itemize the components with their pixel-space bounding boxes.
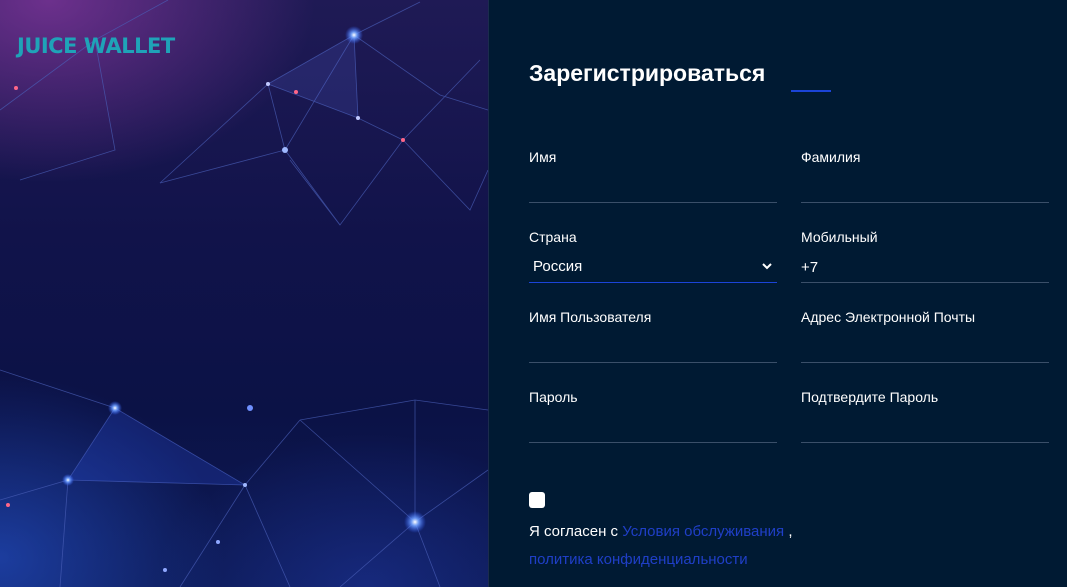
mobile-field: Мобильный [801, 229, 1049, 283]
password-input[interactable] [529, 417, 777, 443]
agreement-prefix: Я согласен с [529, 523, 619, 540]
title-underline [791, 90, 831, 92]
registration-page: JUICE WALLET Зарегистрироваться Имя Фами… [0, 0, 1067, 587]
email-label: Адрес Электронной Почты [801, 309, 976, 325]
network-background-illustration [0, 0, 488, 587]
agreement-text: Я согласен с Условия обслуживания , поли… [529, 518, 849, 574]
email-input[interactable] [801, 337, 1049, 363]
password-field: Пароль [529, 389, 777, 443]
hero-panel: JUICE WALLET [0, 0, 489, 587]
password-label: Пароль [529, 389, 578, 405]
username-field: Имя Пользователя [529, 309, 777, 363]
form-title: Зарегистрироваться [529, 60, 766, 86]
country-selected-value: Россия [533, 258, 583, 275]
first-name-field: Имя [529, 149, 777, 203]
confirm-password-field: Подтвердите Пароль [801, 389, 1049, 443]
confirm-password-label: Подтвердите Пароль [801, 389, 939, 405]
country-field: Страна Россия [529, 229, 777, 283]
last-name-field: Фамилия [801, 149, 1049, 203]
agree-checkbox[interactable] [529, 492, 545, 508]
privacy-policy-link[interactable]: политика конфиденциальности [529, 551, 748, 568]
registration-form: Зарегистрироваться Имя Фамилия Страна Ро… [489, 0, 1067, 587]
mobile-label: Мобильный [801, 229, 878, 245]
last-name-label: Фамилия [801, 149, 861, 165]
country-label: Страна [529, 229, 577, 245]
username-input[interactable] [529, 337, 777, 363]
confirm-password-input[interactable] [801, 417, 1049, 443]
brand-logo[interactable]: JUICE WALLET [17, 34, 175, 58]
first-name-input[interactable] [529, 177, 777, 203]
chevron-down-icon [762, 263, 772, 270]
last-name-input[interactable] [801, 177, 1049, 203]
agreement-separator: , [788, 523, 793, 540]
first-name-label: Имя [529, 149, 557, 165]
email-field: Адрес Электронной Почты [801, 309, 1049, 363]
country-select[interactable]: Россия [529, 257, 777, 283]
username-label: Имя Пользователя [529, 309, 652, 325]
mobile-input[interactable] [801, 257, 1049, 283]
terms-of-service-link[interactable]: Условия обслуживания [622, 523, 784, 540]
